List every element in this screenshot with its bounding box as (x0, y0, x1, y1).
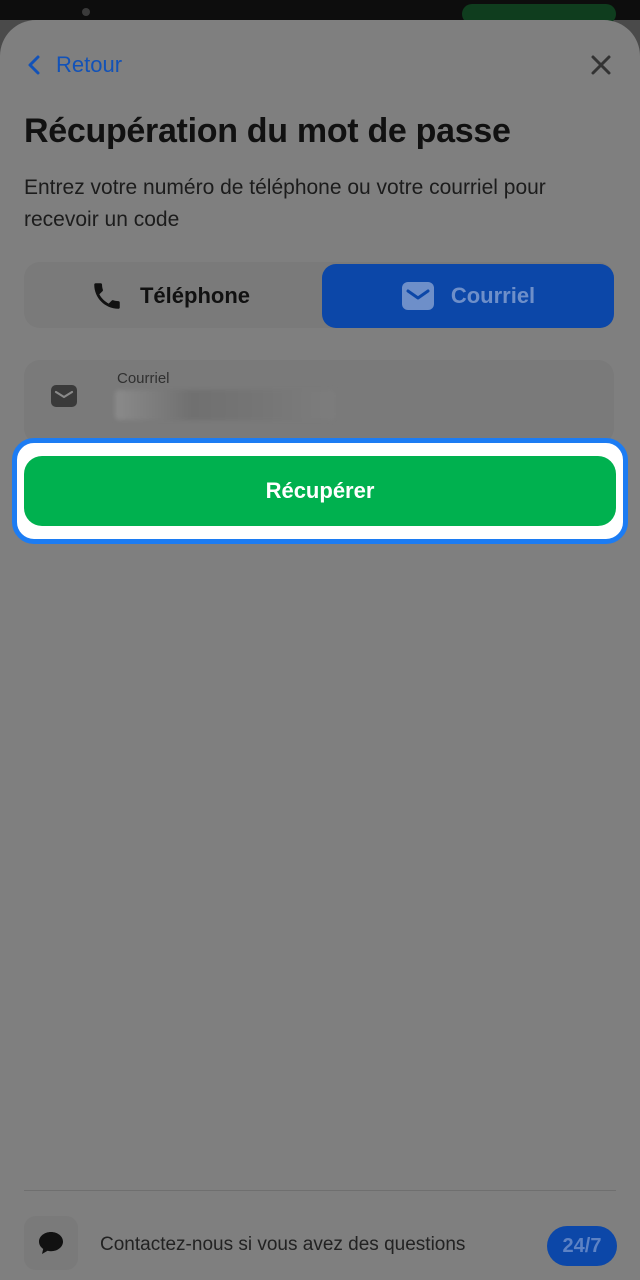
chevron-left-icon (28, 55, 40, 75)
tab-phone-label: Téléphone (139, 283, 250, 308)
availability-badge-label: 24/7 (562, 1234, 602, 1257)
tab-email[interactable]: Courriel (322, 264, 614, 328)
camera-dot (82, 8, 90, 16)
chat-button[interactable] (24, 1216, 78, 1270)
page-subtitle: Entrez votre numéro de téléphone ou votr… (24, 176, 546, 231)
recover-button[interactable]: Récupérer (24, 456, 616, 526)
status-bar (0, 0, 640, 24)
back-button[interactable]: Retour (24, 50, 122, 80)
email-field-label: Courriel (117, 370, 170, 387)
email-field[interactable]: Courriel (24, 360, 614, 444)
mail-icon (51, 385, 77, 407)
back-label: Retour (56, 52, 123, 77)
availability-badge: 24/7 (547, 1226, 617, 1266)
close-icon (591, 55, 611, 75)
top-bar: Retour (24, 50, 616, 80)
page-title: Récupération du mot de passe (24, 112, 511, 150)
phone-icon (94, 283, 120, 309)
tab-phone[interactable]: Téléphone (24, 264, 316, 328)
contact-text[interactable]: Contactez-nous si vous avez des question… (100, 1234, 465, 1256)
recovery-sheet: Retour Récupération du mot de passe Entr… (0, 20, 640, 1280)
method-switch: Téléphone Courriel (24, 262, 614, 328)
email-field-value-redacted (115, 390, 335, 420)
footer-divider (24, 1190, 616, 1191)
mail-icon (401, 282, 434, 310)
recover-button-label: Récupérer (265, 478, 375, 503)
tab-email-label: Courriel (450, 283, 536, 308)
chat-bubble-icon (39, 1232, 63, 1254)
close-button[interactable] (586, 50, 616, 80)
